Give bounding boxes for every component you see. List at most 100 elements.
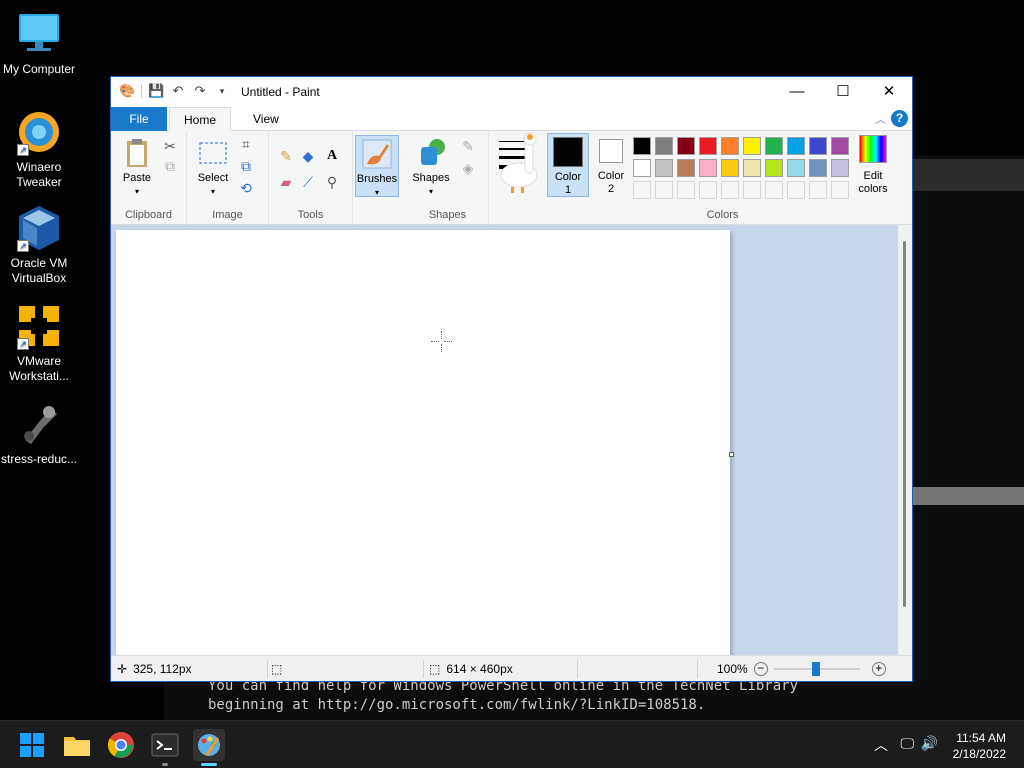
vertical-scrollbar[interactable] [898, 225, 912, 657]
palette-swatch[interactable] [633, 137, 651, 155]
redo-icon[interactable]: ↷ [192, 83, 208, 99]
palette-swatch[interactable] [699, 137, 717, 155]
custom-color-slot[interactable] [677, 181, 695, 199]
palette-swatch[interactable] [831, 159, 849, 177]
palette-swatch[interactable] [655, 159, 673, 177]
goose-icon [500, 132, 538, 193]
palette-swatch[interactable] [721, 159, 739, 177]
crop-icon[interactable]: ⌗ [237, 135, 255, 153]
save-icon[interactable]: 💾 [148, 83, 164, 99]
magnifier-icon[interactable]: ⚲ [323, 173, 341, 191]
palette-swatch[interactable] [809, 137, 827, 155]
palette-swatch[interactable] [721, 137, 739, 155]
undo-icon[interactable]: ↶ [170, 83, 186, 99]
custom-color-slot[interactable] [633, 181, 651, 199]
palette-swatch[interactable] [787, 137, 805, 155]
color2-button[interactable]: Color 2 [591, 133, 631, 197]
custom-color-slot[interactable] [765, 181, 783, 199]
close-button[interactable]: ✕ [866, 77, 912, 107]
drawing-canvas[interactable] [116, 230, 730, 657]
pencil-icon[interactable]: ✎ [277, 147, 295, 165]
palette-swatch[interactable] [633, 159, 651, 177]
palette-swatch[interactable] [765, 137, 783, 155]
desktop-icon-my-computer[interactable]: My Computer [0, 10, 78, 77]
network-icon[interactable]: 🖵 [901, 735, 915, 752]
color1-button[interactable]: Color 1 [547, 133, 589, 197]
custom-color-slot[interactable] [721, 181, 739, 199]
chevron-up-icon[interactable]: ︿ [874, 735, 888, 755]
scrollbar-thumb[interactable] [903, 241, 906, 607]
select-button[interactable]: Select ▾ [193, 135, 233, 198]
zoom-slider-thumb[interactable] [811, 662, 820, 676]
desktop-icon-stress-reducer[interactable]: stress-reduc... [0, 400, 78, 467]
clock[interactable]: 11:54 AM 2/18/2022 [953, 730, 1006, 762]
desktop-icon-label: VMware Workstati... [9, 354, 69, 383]
palette-swatch[interactable] [809, 159, 827, 177]
fill-shape-icon[interactable]: ◈ [459, 159, 477, 177]
customize-qat-icon[interactable]: ▾ [214, 83, 230, 99]
edit-colors-button[interactable]: Edit colors [851, 133, 895, 196]
brushes-button[interactable]: Brushes ▾ [355, 135, 399, 197]
custom-color-slot[interactable] [655, 181, 673, 199]
terminal-scrollbar[interactable] [912, 487, 1024, 505]
ribbon-tabs: File Home View ︿ ? [111, 107, 912, 131]
palette-swatch[interactable] [743, 159, 761, 177]
brushes-label: Brushes [356, 173, 398, 185]
color2-label: Color 2 [597, 170, 625, 195]
shortcut-arrow-icon: ↗ [17, 338, 29, 350]
color-picker-icon[interactable]: ⟋ [299, 173, 317, 191]
custom-color-slot[interactable] [787, 181, 805, 199]
text-icon[interactable]: A [323, 147, 341, 165]
minimize-button[interactable]: — [774, 77, 820, 107]
zoom-in-icon[interactable]: + [871, 662, 886, 676]
title-bar[interactable]: 🎨 💾 ↶ ↷ ▾ Untitled - Paint — ☐ ✕ [111, 77, 912, 107]
group-label: Colors [706, 209, 739, 221]
palette-swatch[interactable] [677, 137, 695, 155]
copy-icon[interactable]: ⧉ [161, 157, 179, 175]
palette-swatch[interactable] [765, 159, 783, 177]
zoom-slider[interactable] [773, 662, 860, 676]
custom-color-slot[interactable] [809, 181, 827, 199]
custom-color-slot[interactable] [831, 181, 849, 199]
palette-swatch[interactable] [831, 137, 849, 155]
tab-home[interactable]: Home [169, 107, 232, 131]
desktop-icon-winaero[interactable]: ↗ Winaero Tweaker [0, 108, 78, 190]
custom-color-slot[interactable] [743, 181, 761, 199]
palette-swatch[interactable] [743, 137, 761, 155]
eraser-icon[interactable]: ▰ [277, 173, 295, 191]
paint-icon[interactable] [193, 729, 225, 766]
chrome-icon[interactable] [105, 729, 137, 761]
zoom-out-icon[interactable]: − [753, 662, 768, 676]
colors-group: Color 1 Color 2 Edit colors Colors [545, 131, 900, 225]
maximize-button[interactable]: ☐ [820, 77, 866, 107]
palette-swatch[interactable] [699, 159, 717, 177]
desktop-icon-label: Winaero Tweaker [16, 160, 62, 189]
tab-file[interactable]: File [111, 107, 167, 131]
start-icon[interactable] [16, 729, 48, 761]
file-explorer-icon[interactable] [61, 729, 93, 761]
paint-app-icon[interactable]: 🎨 [119, 83, 135, 99]
paste-button[interactable]: Paste ▾ [117, 135, 157, 198]
custom-color-slot[interactable] [699, 181, 717, 199]
resize-icon[interactable]: ⧉ [237, 157, 255, 175]
zoom-controls: 100% − + [717, 662, 886, 676]
canvas-area[interactable] [111, 225, 900, 657]
cut-icon[interactable]: ✂ [161, 137, 179, 155]
palette-swatch[interactable] [787, 159, 805, 177]
help-button[interactable]: ? [891, 110, 908, 127]
shapes-button[interactable]: Shapes ▾ [409, 135, 453, 198]
desktop-icon-vmware[interactable]: ↗ VMware Workstati... [0, 302, 78, 384]
paint-window[interactable]: 🎨 💾 ↶ ↷ ▾ Untitled - Paint — ☐ ✕ File Ho… [110, 76, 913, 682]
palette-swatch[interactable] [677, 159, 695, 177]
fill-icon[interactable]: ◆ [299, 147, 317, 165]
palette-swatch[interactable] [655, 137, 673, 155]
outline-icon[interactable]: ✎ [459, 137, 477, 155]
virtualbox-icon: ↗ [15, 204, 63, 252]
volume-icon[interactable]: 🔊 [921, 735, 938, 752]
rotate-icon[interactable]: ⟲ [237, 179, 255, 197]
resize-handle-right[interactable] [729, 452, 734, 457]
terminal-icon[interactable] [149, 729, 181, 766]
desktop-icon-virtualbox[interactable]: ↗ Oracle VM VirtualBox [0, 204, 78, 286]
tab-view[interactable]: View [239, 107, 293, 131]
minimize-ribbon-icon[interactable]: ︿ [875, 111, 886, 127]
